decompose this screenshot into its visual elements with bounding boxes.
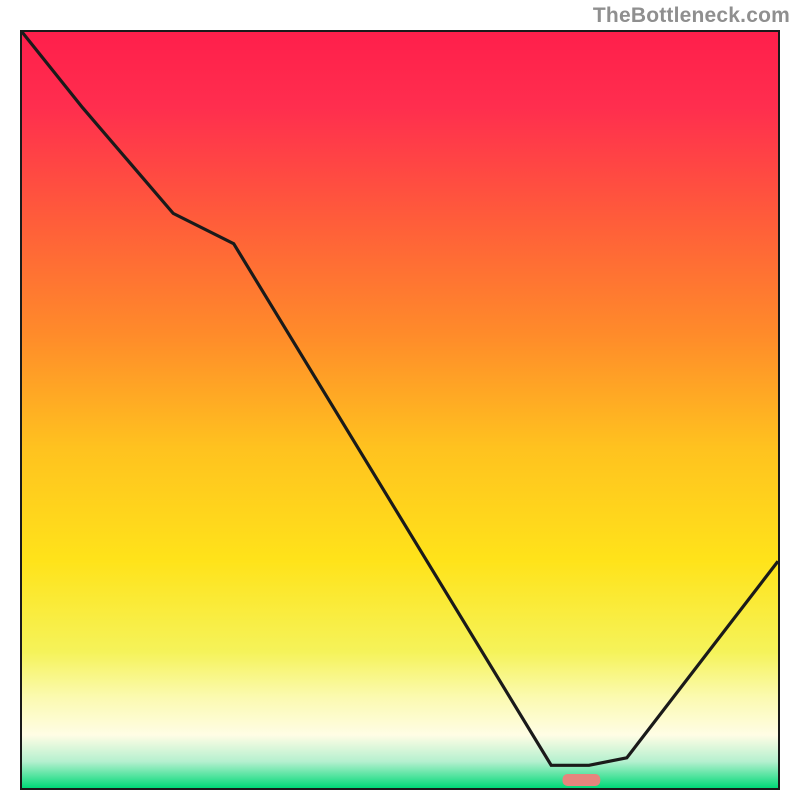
attribution-text: TheBottleneck.com [593,4,790,28]
background-gradient [22,32,778,788]
chart-svg [22,32,778,788]
optimal-zone-marker [563,774,601,786]
bottleneck-chart [20,30,780,790]
